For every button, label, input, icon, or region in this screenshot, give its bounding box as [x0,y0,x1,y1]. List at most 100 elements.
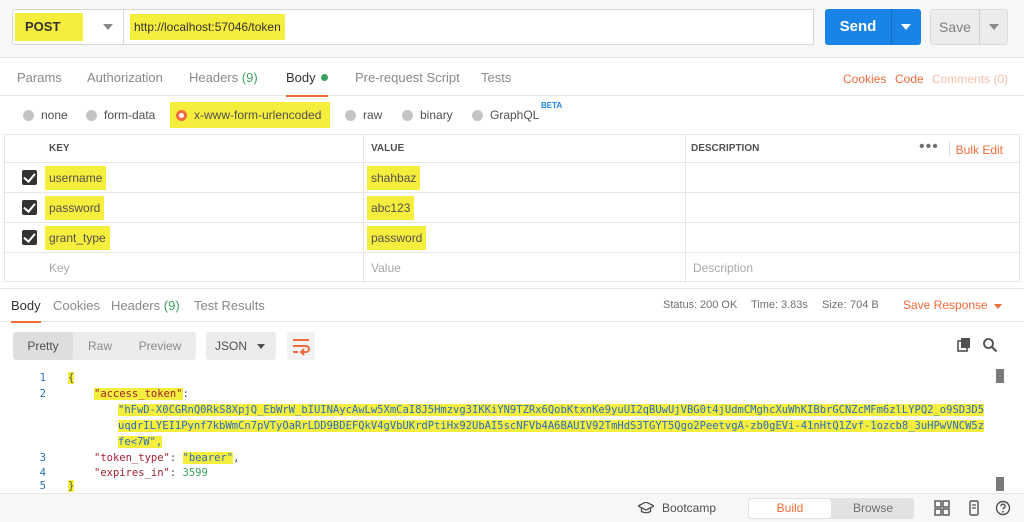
column-divider [363,163,364,192]
key-placeholder[interactable]: Key [45,256,74,280]
response-tab-body[interactable]: Body [11,289,41,323]
key-cell[interactable]: username [45,166,107,190]
status-footer: Bootcamp Build Browse [0,493,1024,522]
pretty-button[interactable]: Pretty [13,332,73,360]
description-placeholder[interactable]: Description [689,256,757,280]
bulk-edit-link[interactable]: Bulk Edit [956,135,1003,163]
format-select[interactable]: JSON [206,332,276,360]
more-options-icon[interactable]: ••• [919,135,939,163]
format-label: JSON [215,339,248,353]
browse-button[interactable]: Browse [832,499,914,518]
send-divider [891,9,892,45]
tab-body-label: Body [286,70,316,85]
wrap-lines-button[interactable] [287,332,315,360]
line-number: 3 [39,452,46,464]
code-line: "access_token": [94,388,189,400]
json-string: "bearer" [182,452,234,464]
copy-icon[interactable] [956,337,972,353]
column-divider [685,253,686,283]
value-cell[interactable]: password [367,226,427,250]
value-placeholder[interactable]: Value [367,256,405,280]
url-text: http://localhost:57046/token [130,14,285,40]
view-mode-group: Pretty Raw Preview [13,332,196,360]
table-row: password abc123 [5,193,1019,223]
radio-urlencoded[interactable]: x-www-form-urlencoded [170,96,330,134]
tab-authorization[interactable]: Authorization [87,58,163,96]
response-tab-test-results[interactable]: Test Results [194,289,265,322]
tab-headers-count: (9) [241,70,258,85]
json-string: uqdrILYEI1Pynf7kbWmCn7pVTyOaRrLDD9BDEFQk… [118,420,985,432]
body-active-dot-icon [320,74,328,81]
save-button[interactable]: Save [930,9,1008,45]
json-number: 3599 [182,467,208,479]
graduation-cap-icon [638,502,654,514]
bootcamp-label: Bootcamp [662,501,717,515]
value-cell[interactable]: shahbaz [367,166,421,190]
preview-button[interactable]: Preview [129,332,191,360]
column-divider [685,163,686,192]
send-options-chevron-icon[interactable] [901,24,911,30]
line-number: 1 [39,372,46,384]
method-label: POST [15,13,83,41]
row-checkbox[interactable] [22,200,37,215]
tab-body[interactable]: Body [286,58,328,97]
save-response-button[interactable]: Save Response [903,289,988,322]
help-icon[interactable] [995,500,1011,516]
time-label: Time: [751,299,779,311]
key-value-table: KEY VALUE DESCRIPTION ••• Bulk Edit user… [4,134,1020,283]
chevron-down-icon [103,24,113,30]
response-body-code[interactable]: 1 { 2 "access_token": "hFwD-X0CGRnQ0RkS8… [0,369,1024,493]
tab-tests[interactable]: Tests [481,58,511,96]
radio-binary-label: binary [420,108,453,122]
code-line: "token_type": "bearer", [94,452,240,464]
save-divider [979,10,980,44]
radio-dot [402,110,413,121]
response-tab-headers[interactable]: Headers (9) [111,289,180,322]
send-button[interactable]: Send [825,9,921,45]
save-response-chevron-icon[interactable] [994,304,1002,309]
wrap-lines-icon [293,339,310,356]
response-viewer-toolbar: Pretty Raw Preview JSON [0,323,1024,369]
code-line: { [68,372,75,384]
radio-dot [345,110,356,121]
build-button[interactable]: Build [749,499,831,518]
cookies-link[interactable]: Cookies [843,58,886,96]
json-string: "hFwD-X0CGRnQ0RkS8XpjQ_EbWrW_bIUINAycAwL… [118,404,985,416]
scrollbar-thumb[interactable] [996,369,1004,383]
table-header-row: KEY VALUE DESCRIPTION ••• Bulk Edit [5,135,1019,163]
line-number: 5 [39,480,46,492]
column-divider [685,135,686,162]
radio-graphql[interactable]: GraphQL BETA [472,96,572,134]
value-cell[interactable]: abc123 [367,196,415,220]
save-options-chevron-icon[interactable] [989,24,999,30]
row-checkbox[interactable] [22,170,37,185]
line-number: 2 [39,388,46,400]
code-link[interactable]: Code [895,58,924,96]
column-divider [363,135,364,162]
response-tab-cookies[interactable]: Cookies [53,289,100,322]
radio-dot [472,110,483,121]
layout-toggle-icon[interactable] [934,500,950,516]
key-cell[interactable]: password [45,196,105,220]
json-key: "token_type" [94,452,170,464]
size-value: 704 B [850,299,879,311]
row-checkbox[interactable] [22,230,37,245]
method-select[interactable]: POST [12,9,124,45]
column-divider [685,223,686,252]
response-tabs: Body Cookies Headers (9) Test Results St… [0,288,1024,323]
header-divider [949,141,950,157]
beta-badge: BETA [541,101,563,110]
url-input[interactable]: http://localhost:57046/token [124,9,814,45]
comments-link[interactable]: Comments (0) [932,58,1008,96]
column-header-key: KEY [49,143,70,154]
tab-headers[interactable]: Headers (9) [189,58,258,96]
response-tab-headers-count: (9) [163,298,180,313]
json-key: "access_token" [94,388,183,400]
tab-prerequest-script[interactable]: Pre-request Script [355,58,460,96]
raw-button[interactable]: Raw [75,332,125,360]
tab-params[interactable]: Params [17,58,62,96]
key-cell[interactable]: grant_type [45,226,110,250]
scrollbar-thumb[interactable] [996,477,1004,491]
keyboard-shortcuts-icon[interactable] [966,500,982,516]
search-icon[interactable] [982,337,998,353]
